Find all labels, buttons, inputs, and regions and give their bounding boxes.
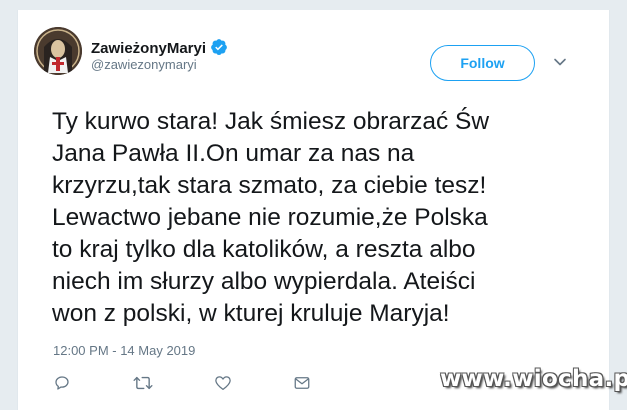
envelope-icon	[294, 377, 310, 389]
timestamp[interactable]: 12:00 PM - 14 May 2019	[53, 343, 195, 359]
message-button[interactable]	[293, 374, 313, 392]
watermark: www.wiocha.pl	[440, 366, 627, 392]
avatar[interactable]	[34, 27, 82, 75]
reply-icon	[55, 376, 69, 390]
display-name-text[interactable]: ZawieżonyMaryi	[91, 40, 206, 57]
handle[interactable]: @zawiezonymaryi	[91, 57, 197, 73]
tweet-text: Ty kurwo stara! Jak śmiesz obrarzać Św J…	[52, 108, 490, 327]
like-button[interactable]	[214, 374, 234, 392]
chevron-down-icon[interactable]	[553, 57, 567, 67]
verified-badge-icon	[211, 39, 227, 55]
retweet-icon	[133, 376, 153, 390]
display-name[interactable]: ZawieżonyMaryi	[91, 38, 228, 58]
follow-button[interactable]: Follow	[430, 45, 535, 81]
reply-button[interactable]	[53, 374, 73, 392]
heart-icon	[215, 376, 231, 391]
retweet-button[interactable]	[133, 374, 153, 392]
